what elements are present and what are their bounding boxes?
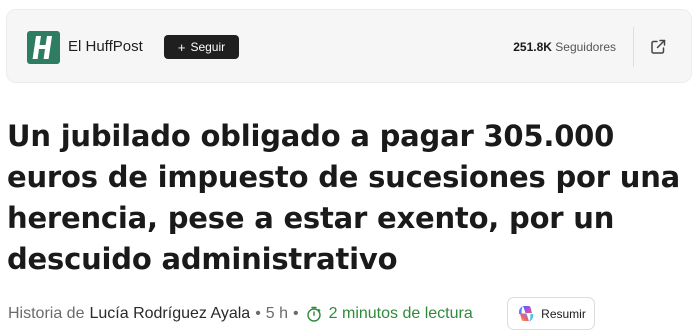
byline-prefix: Historia de <box>8 305 85 322</box>
follow-button[interactable]: + Seguir <box>164 35 239 59</box>
divider <box>633 27 634 67</box>
summarize-button-label: Resumir <box>541 306 586 321</box>
plus-icon: + <box>177 39 186 55</box>
separator-dot: • <box>293 305 299 322</box>
separator-dot: • <box>255 305 261 322</box>
summarize-button[interactable]: Resumir <box>507 297 595 330</box>
huffpost-logo-mark <box>32 36 52 59</box>
external-link-icon[interactable] <box>648 37 668 57</box>
publisher-name[interactable]: El HuffPost <box>68 38 143 55</box>
follow-button-label: Seguir <box>190 40 226 54</box>
article-age: 5 h <box>265 305 289 322</box>
publisher-card: El HuffPost + Seguir 251.8K Seguidores <box>6 9 692 83</box>
byline: Historia de Lucía Rodríguez Ayala • 5 h … <box>8 305 473 323</box>
article-headline: Un jubilado obligado a pagar 305.000 eur… <box>7 119 681 276</box>
followers-label: Seguidores <box>555 40 616 54</box>
read-time: 2 minutos de lectura <box>328 305 473 322</box>
author-name[interactable]: Lucía Rodríguez Ayala <box>89 305 250 323</box>
followers-number: 251.8K <box>513 40 552 54</box>
followers-count: 251.8K Seguidores <box>513 40 616 54</box>
copilot-icon <box>516 304 536 324</box>
huffpost-logo[interactable] <box>27 31 60 64</box>
clock-icon <box>306 306 322 322</box>
